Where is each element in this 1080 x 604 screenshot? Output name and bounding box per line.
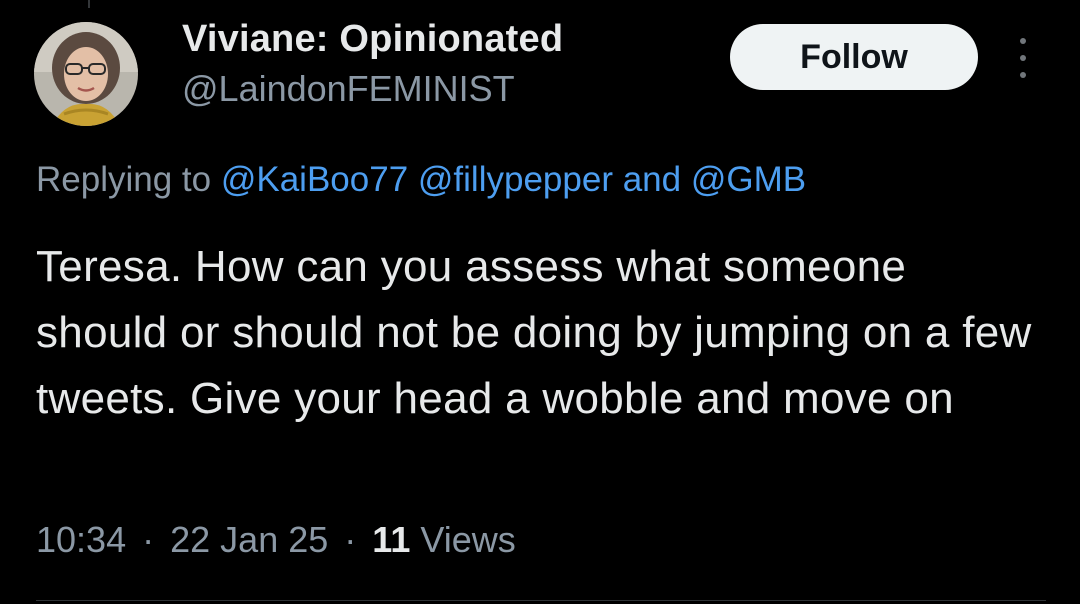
mention-link-gmb[interactable]: @GMB xyxy=(691,160,806,199)
author-display-name[interactable]: Viviane: Opinionated xyxy=(182,18,563,61)
avatar[interactable] xyxy=(34,22,138,126)
replying-prefix: Replying to xyxy=(36,160,212,199)
more-dot xyxy=(1020,38,1026,44)
more-dot xyxy=(1020,72,1026,78)
mention-link-kaiboo77[interactable]: @KaiBoo77 xyxy=(221,160,408,199)
meta-separator: · xyxy=(142,519,155,560)
divider xyxy=(36,600,1046,601)
meta-separator: · xyxy=(344,519,357,560)
tweet-text: Teresa. How can you assess what someone … xyxy=(36,242,1032,423)
views-count[interactable]: 11 xyxy=(372,519,410,560)
thread-connector-line xyxy=(88,0,90,8)
reply-conjunction[interactable]: and xyxy=(623,160,681,199)
more-vertical-icon[interactable] xyxy=(1010,38,1036,78)
author-handle[interactable]: @LaindonFEMINIST xyxy=(182,68,515,110)
views-label[interactable]: Views xyxy=(420,519,515,560)
follow-button[interactable]: Follow xyxy=(730,24,978,90)
more-dot xyxy=(1020,55,1026,61)
reply-context: Replying to @KaiBoo77 @fillypepper and @… xyxy=(36,160,806,200)
tweet-time[interactable]: 10:34 xyxy=(36,519,126,560)
tweet-meta: 10:34 · 22 Jan 25 · 11 Views xyxy=(36,519,516,561)
tweet-date[interactable]: 22 Jan 25 xyxy=(170,519,328,560)
mention-link-fillypepper[interactable]: @fillypepper xyxy=(418,160,613,199)
avatar-photo xyxy=(34,22,138,126)
